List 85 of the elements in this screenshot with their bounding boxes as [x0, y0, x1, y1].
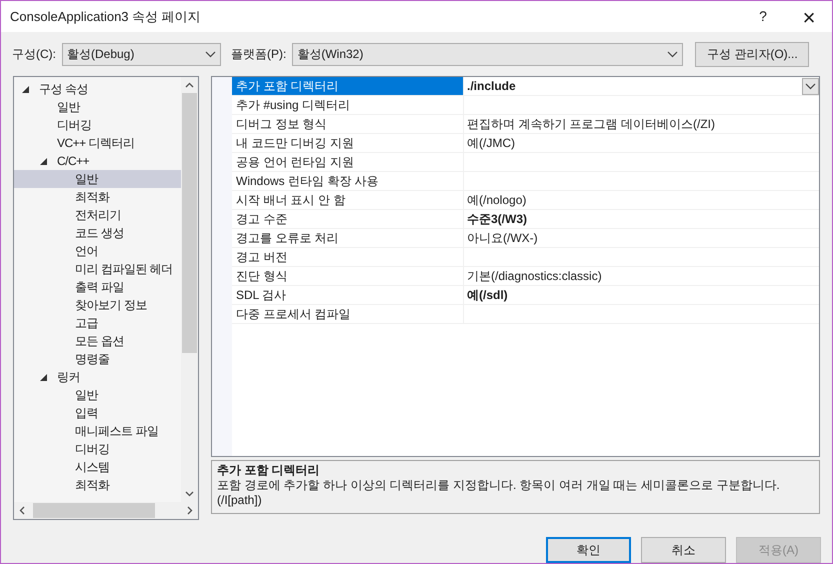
property-value: 기본(/diagnostics:classic) — [467, 268, 602, 285]
configuration-label: 구성(C): — [12, 46, 56, 63]
property-row[interactable]: 추가 포함 디렉터리 ./include — [232, 77, 819, 96]
property-row[interactable]: SDL 검사 예(/sdl) — [232, 286, 819, 305]
vertical-scrollbar[interactable] — [181, 77, 198, 502]
tree-item[interactable]: 출력 파일 — [14, 278, 181, 296]
dialog-button[interactable]: 취소 — [641, 537, 726, 563]
property-name: 디버그 정보 형식 — [232, 115, 464, 133]
property-name: 추가 포함 디렉터리 — [232, 77, 464, 95]
property-value: 수준3(/W3) — [467, 211, 527, 228]
chevron-down-icon — [805, 82, 816, 90]
property-row[interactable]: 시작 배너 표시 안 함 예(/nologo) — [232, 191, 819, 210]
tree-item[interactable]: 코드 생성 — [14, 224, 181, 242]
property-row[interactable]: 진단 형식 기본(/diagnostics:classic) — [232, 267, 819, 286]
help-button[interactable]: ? — [740, 1, 786, 32]
configuration-manager-button[interactable]: 구성 관리자(O)... — [695, 42, 810, 66]
description-text: 포함 경로에 추가할 하나 이상의 디렉터리를 지정합니다. 항목이 여러 개일 때는 세미콜론으로 구분합니다. — [217, 478, 781, 493]
property-value: 예(/nologo) — [467, 192, 526, 209]
tree-item[interactable]: 일반 — [14, 170, 181, 188]
tree-item[interactable]: 명령줄 — [14, 350, 181, 368]
tree-item[interactable]: 언어 — [14, 242, 181, 260]
property-name: 내 코드만 디버깅 지원 — [232, 134, 464, 152]
property-row[interactable]: 경고 버전 — [232, 248, 819, 267]
property-row[interactable]: 디버그 정보 형식 편집하며 계속하기 프로그램 데이터베이스(/ZI) — [232, 115, 819, 134]
property-row[interactable]: 추가 #using 디렉터리 — [232, 96, 819, 115]
configuration-dropdown[interactable]: 활성(Debug) — [62, 42, 221, 66]
tree-item[interactable]: 입력 — [14, 404, 181, 422]
tree-item[interactable]: 일반 — [14, 386, 181, 404]
expanded-triangle-icon[interactable] — [40, 158, 47, 164]
chevron-down-icon — [205, 50, 216, 58]
expanded-triangle-icon[interactable] — [22, 86, 29, 92]
property-value: 편집하며 계속하기 프로그램 데이터베이스(/ZI) — [467, 116, 715, 133]
property-value: 아니요(/WX-) — [467, 230, 538, 247]
description-title: 추가 포함 디렉터리 — [217, 463, 321, 478]
scroll-right-icon[interactable] — [187, 506, 193, 515]
tree-item[interactable]: 링커 — [14, 368, 181, 386]
tree-item[interactable]: 디버깅 — [14, 440, 181, 458]
tree-item[interactable]: 고급 — [14, 314, 181, 332]
property-name: SDL 검사 — [232, 286, 464, 304]
property-row[interactable]: 경고 수준 수준3(/W3) — [232, 210, 819, 229]
platform-label: 플랫폼(P): — [231, 46, 286, 63]
tree-item[interactable]: 모든 옵션 — [14, 332, 181, 350]
compiler-flag-text: (/I[path]) — [217, 493, 263, 508]
tree-item[interactable]: 미리 컴파일된 헤더 — [14, 260, 181, 278]
scroll-down-icon[interactable] — [185, 491, 194, 497]
property-row[interactable]: 경고를 오류로 처리 아니요(/WX-) — [232, 229, 819, 248]
property-name: 추가 #using 디렉터리 — [232, 96, 464, 114]
tree-item[interactable]: 디버깅 — [14, 116, 181, 134]
tree-item[interactable]: 시스템 — [14, 458, 181, 476]
dialog-button[interactable]: 확인 — [546, 537, 631, 563]
scroll-up-icon[interactable] — [185, 82, 194, 88]
tree-item[interactable]: 구성 속성 — [14, 80, 181, 98]
tree-item[interactable]: 찾아보기 정보 — [14, 296, 181, 314]
tree-item[interactable]: C/C++ — [14, 152, 181, 170]
close-button[interactable]: × — [786, 1, 832, 32]
property-row[interactable]: 다중 프로세서 컴파일 — [232, 305, 819, 324]
property-name: 경고를 오류로 처리 — [232, 229, 464, 247]
property-value: ./include — [467, 78, 516, 95]
property-row[interactable]: Windows 런타임 확장 사용 — [232, 172, 819, 191]
scrollbar-thumb[interactable] — [33, 503, 155, 518]
property-row[interactable]: 공용 언어 런타임 지원 — [232, 153, 819, 172]
property-value: 예(/sdl) — [467, 287, 508, 304]
property-row[interactable]: 내 코드만 디버깅 지원 예(/JMC) — [232, 134, 819, 153]
tree-item[interactable]: 일반 — [14, 98, 181, 116]
tree-item[interactable]: 매니페스트 파일 — [14, 422, 181, 440]
platform-dropdown[interactable]: 활성(Win32) — [292, 42, 684, 66]
tree-item[interactable]: VC++ 디렉터리 — [14, 134, 181, 152]
expanded-triangle-icon[interactable] — [40, 374, 47, 380]
scrollbar-thumb[interactable] — [182, 93, 197, 353]
tree-item[interactable]: 최적화 — [14, 476, 181, 494]
dropdown-button[interactable] — [802, 78, 819, 94]
horizontal-scrollbar[interactable] — [14, 502, 198, 519]
property-name: 공용 언어 런타임 지원 — [232, 153, 464, 171]
tree-item[interactable]: 최적화 — [14, 188, 181, 206]
window-title: ConsoleApplication3 속성 페이지 — [10, 8, 202, 26]
tree-item[interactable]: 전처리기 — [14, 206, 181, 224]
property-value: 예(/JMC) — [467, 135, 515, 152]
scroll-left-icon[interactable] — [19, 506, 25, 515]
property-name: 경고 버전 — [232, 248, 464, 266]
property-name: Windows 런타임 확장 사용 — [232, 172, 464, 190]
property-name: 경고 수준 — [232, 210, 464, 228]
chevron-down-icon — [667, 50, 678, 58]
property-name: 시작 배너 표시 안 함 — [232, 191, 464, 209]
property-name: 다중 프로세서 컴파일 — [232, 305, 464, 323]
property-name: 진단 형식 — [232, 267, 464, 285]
